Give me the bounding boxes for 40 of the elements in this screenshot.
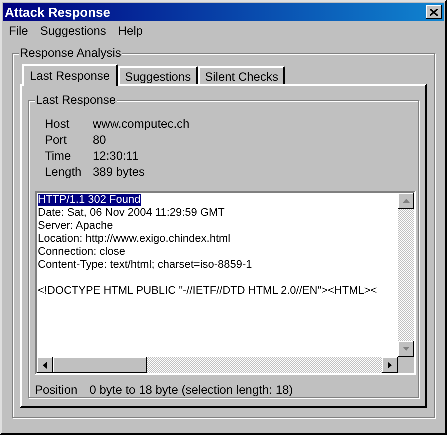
horizontal-scrollbar[interactable] bbox=[37, 357, 398, 373]
group-title: Response Analysis bbox=[19, 46, 122, 60]
field-value: www.computec.ch bbox=[93, 117, 191, 131]
position-label: Position bbox=[35, 383, 78, 397]
menu-item[interactable]: File bbox=[3, 23, 34, 39]
response-line: Location: http://www.exigo.chindex.html bbox=[38, 233, 231, 245]
scroll-right-button[interactable] bbox=[382, 357, 398, 373]
response-line: Connection: close bbox=[38, 246, 126, 258]
response-line: Server: Apache bbox=[38, 220, 114, 232]
field-value: 389 bytes bbox=[93, 165, 146, 179]
tab[interactable]: Last Response bbox=[22, 64, 118, 86]
response-line: Content-Type: text/html; charset=iso-8859-1 bbox=[38, 259, 252, 271]
menu-item[interactable]: Suggestions bbox=[34, 23, 112, 39]
tab[interactable]: Suggestions bbox=[118, 66, 198, 84]
close-button[interactable] bbox=[426, 5, 442, 19]
scroll-down-button[interactable] bbox=[398, 341, 414, 357]
close-icon bbox=[430, 8, 438, 16]
scrollbar-corner bbox=[398, 357, 414, 373]
response-line: Date: Sat, 06 Nov 2004 11:29:59 GMT bbox=[38, 207, 225, 219]
left-arrow-icon bbox=[43, 362, 47, 368]
response-text-area[interactable] bbox=[35, 191, 416, 375]
field-label: Time bbox=[45, 149, 72, 163]
scroll-up-button[interactable] bbox=[398, 193, 414, 209]
scroll-left-button[interactable] bbox=[37, 357, 53, 373]
up-arrow-icon bbox=[402, 199, 410, 203]
field-label: Length bbox=[45, 165, 83, 179]
down-arrow-icon bbox=[402, 347, 410, 351]
vertical-scrollbar[interactable] bbox=[398, 193, 414, 357]
field-value: 12:30:11 bbox=[93, 149, 140, 163]
field-value: 80 bbox=[93, 133, 108, 147]
group-title: Last Response bbox=[35, 93, 118, 107]
field-label: Port bbox=[45, 133, 68, 147]
window-title: Attack Response bbox=[5, 6, 110, 18]
position-value: 0 byte to 18 byte (selection length: 18) bbox=[90, 383, 294, 397]
menu-item[interactable]: Help bbox=[112, 23, 150, 39]
tab[interactable]: Silent Checks bbox=[198, 66, 286, 84]
response-line: <!DOCTYPE HTML PUBLIC "-//IETF//DTD HTML 2.0//EN"><HTML>< bbox=[38, 285, 378, 297]
right-arrow-icon bbox=[388, 362, 392, 368]
scroll-thumb[interactable] bbox=[53, 357, 147, 373]
field-label: Host bbox=[45, 117, 71, 131]
